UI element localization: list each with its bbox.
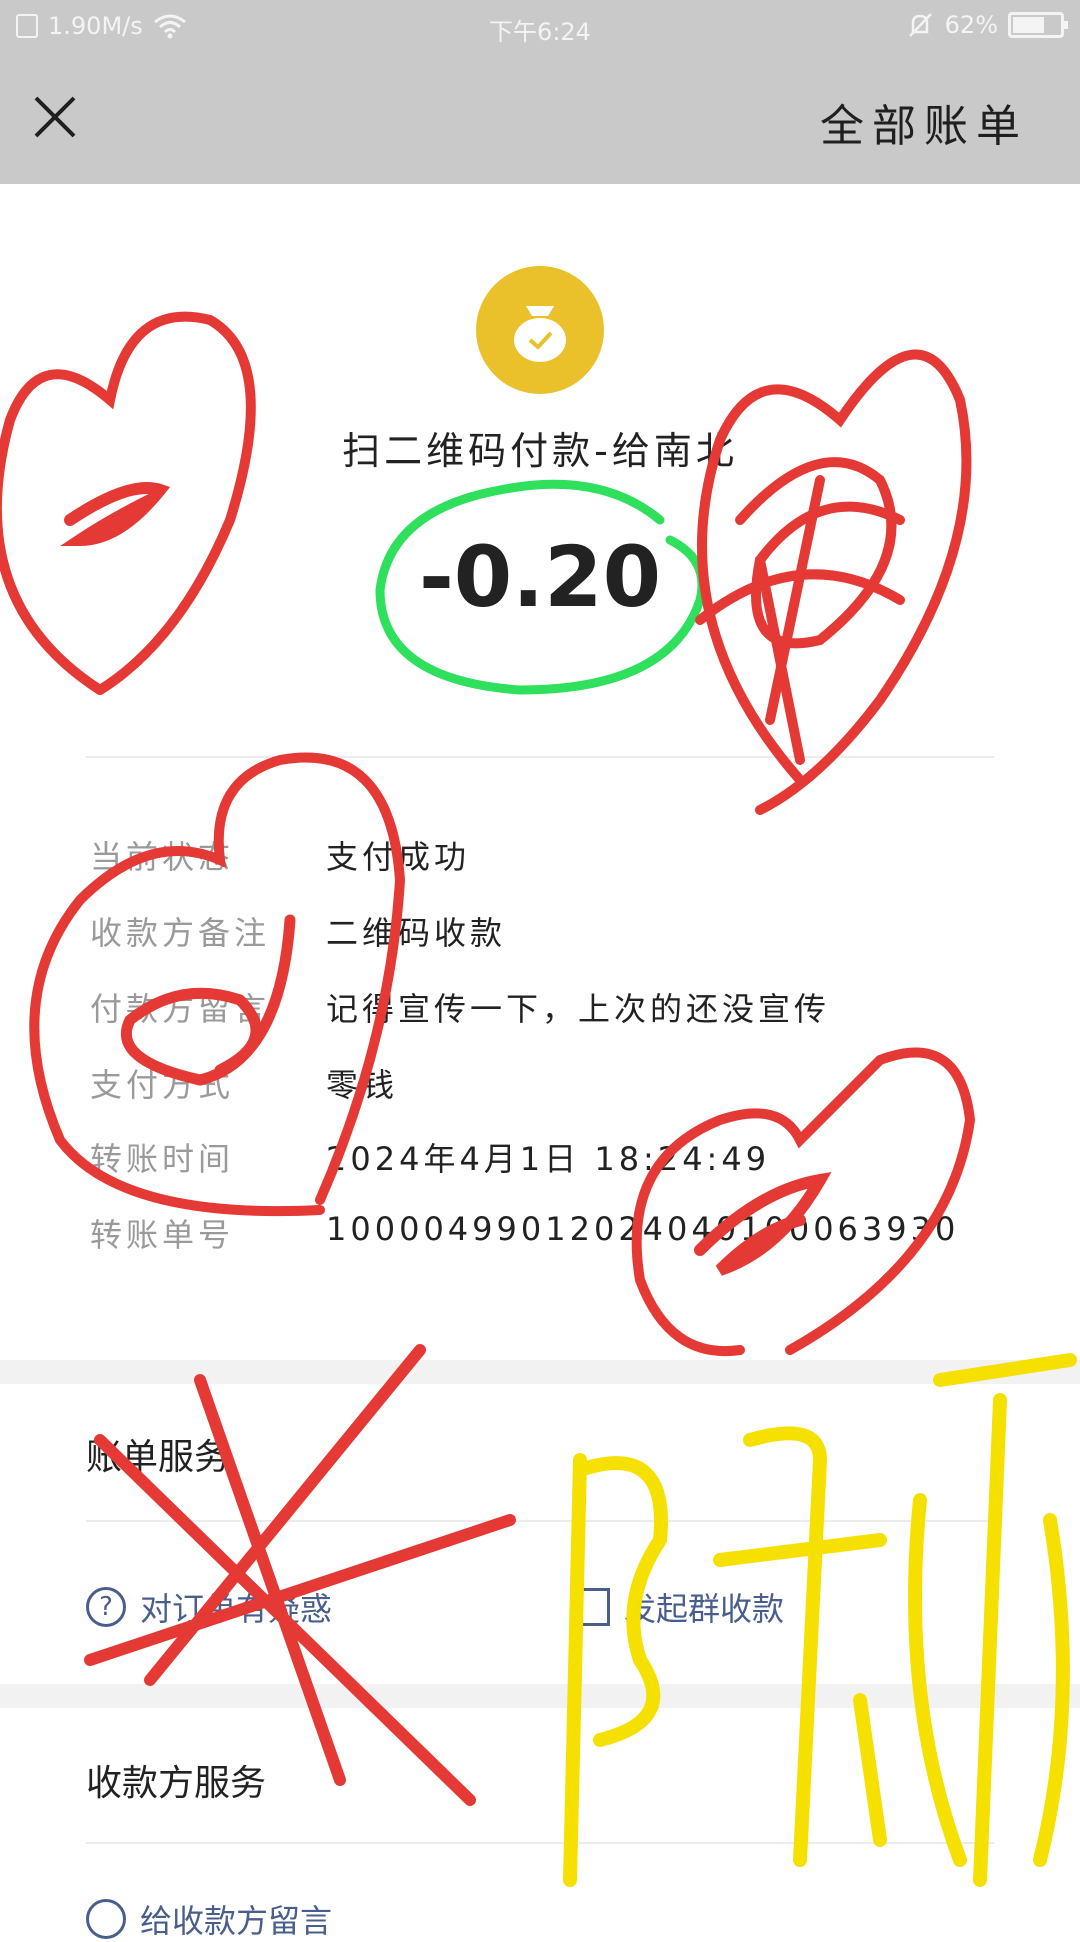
money-bag-icon bbox=[476, 266, 604, 394]
detail-label: 付款方留言 bbox=[90, 990, 271, 1028]
document-icon bbox=[580, 1588, 610, 1626]
detail-value: 2024年4月1日 18:24:49 bbox=[326, 1140, 771, 1178]
status-right: 62% bbox=[905, 10, 1068, 40]
all-bills-link[interactable]: 全部账单 bbox=[820, 90, 1028, 154]
status-bar: 1.90M/s 下午6:24 62% bbox=[0, 0, 1080, 52]
section-separator bbox=[0, 1360, 1080, 1384]
detail-label: 转账单号 bbox=[90, 1216, 235, 1254]
mute-bell-icon bbox=[908, 13, 932, 37]
red-cross-scribble bbox=[84, 1344, 516, 1806]
detail-value: 10000499012024040100063930 bbox=[326, 1210, 960, 1248]
order-question-link[interactable]: ? 对订单有疑惑 bbox=[86, 1584, 332, 1630]
payee-service-title: 收款方服务 bbox=[86, 1763, 267, 1804]
message-payee-label: 给收款方留言 bbox=[140, 1902, 333, 1940]
group-collect-link[interactable]: 发起群收款 bbox=[580, 1584, 784, 1630]
detail-value: 零钱 bbox=[326, 1066, 399, 1104]
detail-value: 记得宣传一下，上次的还没宣传 bbox=[326, 990, 831, 1028]
red-heart-scribble bbox=[631, 1047, 976, 1357]
divider bbox=[86, 756, 994, 758]
red-heart-scribble bbox=[0, 311, 256, 695]
message-payee-link[interactable]: 给收款方留言 bbox=[86, 1896, 332, 1942]
divider bbox=[86, 1520, 994, 1522]
battery-icon bbox=[1008, 12, 1068, 38]
order-question-label: 对订单有疑惑 bbox=[140, 1590, 333, 1628]
close-icon[interactable] bbox=[30, 92, 80, 142]
battery-percent: 62% bbox=[944, 11, 998, 39]
group-collect-label: 发起群收款 bbox=[624, 1590, 785, 1628]
payment-title: 扫二维码付款-给南北 bbox=[342, 429, 738, 473]
bill-service-title: 账单服务 bbox=[86, 1437, 231, 1478]
top-bar: 全部账单 bbox=[0, 52, 1080, 184]
detail-label: 收款方备注 bbox=[90, 914, 271, 952]
detail-label: 转账时间 bbox=[90, 1140, 235, 1178]
section-separator bbox=[0, 1684, 1080, 1708]
divider bbox=[86, 1842, 994, 1844]
detail-label: 支付方式 bbox=[90, 1066, 235, 1104]
payment-amount: -0.20 bbox=[418, 528, 662, 626]
question-icon: ? bbox=[86, 1587, 126, 1627]
detail-label: 当前状态 bbox=[90, 838, 235, 876]
message-icon bbox=[86, 1899, 126, 1939]
detail-value: 二维码收款 bbox=[326, 914, 507, 952]
detail-value: 支付成功 bbox=[326, 838, 471, 876]
